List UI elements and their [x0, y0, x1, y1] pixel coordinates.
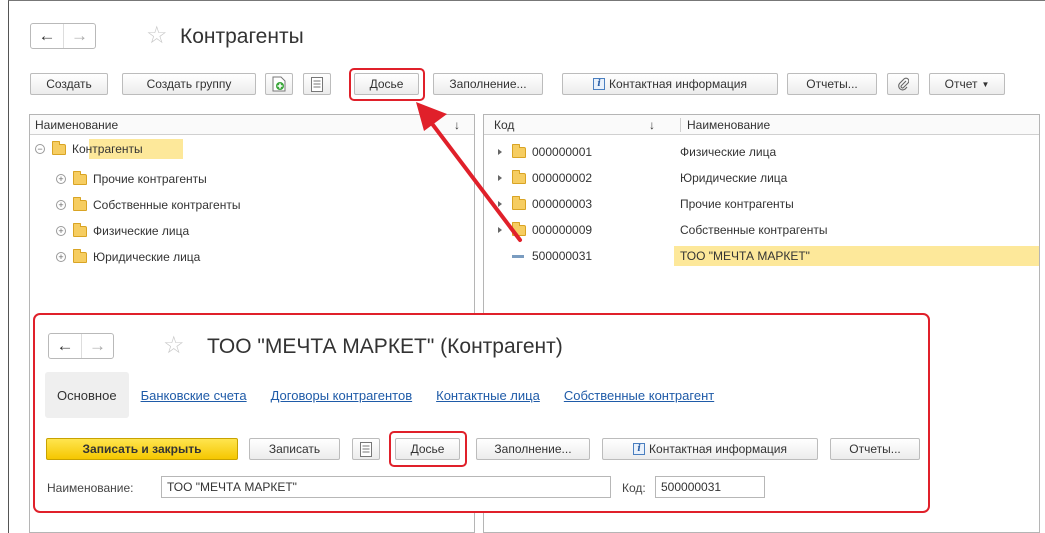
- folder-icon: [512, 221, 526, 236]
- tree-column-header[interactable]: Наименование ↓: [30, 115, 474, 135]
- tree-row-label: Контрагенты: [72, 142, 143, 156]
- dossier-highlight: [349, 68, 425, 101]
- tab-own-counterparties[interactable]: Собственные контрагент: [552, 372, 726, 418]
- folder-icon: [73, 196, 87, 211]
- back-button[interactable]: ←: [49, 334, 81, 358]
- expand-icon[interactable]: +: [56, 200, 66, 210]
- folder-icon: [512, 143, 526, 158]
- fill-button[interactable]: Заполнение...: [476, 438, 590, 460]
- tree-row-label: Прочие контрагенты: [93, 172, 207, 186]
- contact-info-label: Контактная информация: [649, 442, 787, 456]
- list-header: Код ↓ Наименование: [484, 115, 1039, 135]
- expand-arrow-icon[interactable]: [498, 227, 502, 233]
- folder-icon: [73, 222, 87, 237]
- reports-button[interactable]: Отчеты...: [787, 73, 877, 95]
- forward-button[interactable]: →: [63, 24, 95, 48]
- page-title: Контрагенты: [180, 25, 304, 48]
- nav-buttons: ← →: [30, 23, 96, 49]
- list-row-name[interactable]: Физические лица: [680, 142, 776, 162]
- expand-arrow-icon[interactable]: [498, 175, 502, 181]
- name-column-header[interactable]: Наименование: [680, 117, 770, 132]
- list-row[interactable]: 000000001: [498, 142, 592, 162]
- list-row-code: 000000003: [532, 197, 593, 211]
- forward-button[interactable]: →: [81, 334, 113, 358]
- list-row-name[interactable]: Юридические лица: [680, 168, 787, 188]
- list-row[interactable]: 000000009: [498, 220, 592, 240]
- code-column-header[interactable]: Код: [494, 118, 514, 132]
- tree-row[interactable]: + Прочие контрагенты: [56, 169, 207, 189]
- name-field[interactable]: ТОО "МЕЧТА МАРКЕТ": [161, 476, 611, 498]
- name-label: Наименование:: [47, 481, 134, 495]
- list-row[interactable]: 000000003: [498, 194, 592, 214]
- list-row-name[interactable]: Собственные контрагенты: [680, 220, 827, 240]
- save-and-close-button[interactable]: Записать и закрыть: [46, 438, 238, 460]
- contact-info-button[interactable]: i Контактная информация: [602, 438, 818, 460]
- list-row-code: 000000009: [532, 223, 593, 237]
- tree-column-label: Наименование: [35, 117, 119, 132]
- expand-arrow-icon[interactable]: [498, 149, 502, 155]
- report-label: Отчет: [944, 77, 978, 91]
- form-tabs: Основное Банковские счета Договоры контр…: [45, 372, 726, 418]
- folder-icon: [512, 169, 526, 184]
- favorite-star-icon[interactable]: ☆: [163, 334, 185, 358]
- reports-button[interactable]: Отчеты...: [830, 438, 920, 460]
- form-title: ТОО "МЕЧТА МАРКЕТ" (Контрагент): [207, 335, 563, 358]
- expand-arrow-icon[interactable]: [498, 201, 502, 207]
- counterparty-form-window: ← → ☆ ТОО "МЕЧТА МАРКЕТ" (Контрагент) Ос…: [33, 313, 930, 513]
- expand-icon[interactable]: +: [56, 226, 66, 236]
- contact-info-button[interactable]: i Контактная информация: [562, 73, 778, 95]
- sort-arrow-icon: ↓: [454, 117, 460, 132]
- info-icon: i: [593, 78, 606, 90]
- list-row[interactable]: 000000002: [498, 168, 592, 188]
- expand-icon[interactable]: +: [56, 252, 66, 262]
- collapse-icon[interactable]: −: [35, 144, 45, 154]
- tab-bank-accounts[interactable]: Банковские счета: [129, 372, 259, 418]
- folder-icon: [73, 170, 87, 185]
- element-icon: [512, 254, 524, 258]
- tab-contact-persons[interactable]: Контактные лица: [424, 372, 552, 418]
- back-button[interactable]: ←: [31, 24, 63, 48]
- list-row-code: 000000002: [532, 171, 593, 185]
- chevron-down-icon: ▼: [981, 79, 990, 89]
- code-field[interactable]: 500000031: [655, 476, 765, 498]
- folder-icon: [512, 195, 526, 210]
- tree-row-root[interactable]: − Контрагенты: [35, 139, 143, 159]
- tree-row-label: Собственные контрагенты: [93, 198, 241, 212]
- list-row-code: 000000001: [532, 145, 593, 159]
- form-nav-buttons: ← →: [48, 333, 114, 359]
- tab-contracts[interactable]: Договоры контрагентов: [259, 372, 425, 418]
- list-row-name[interactable]: Прочие контрагенты: [680, 194, 794, 214]
- fill-button[interactable]: Заполнение...: [433, 73, 543, 95]
- favorite-star-icon[interactable]: ☆: [146, 24, 168, 48]
- dossier-highlight: [389, 431, 467, 467]
- tree-row[interactable]: + Юридические лица: [56, 247, 200, 267]
- tree-row[interactable]: + Физические лица: [56, 221, 189, 241]
- sort-arrow-icon: ↓: [649, 117, 655, 132]
- save-button[interactable]: Записать: [249, 438, 340, 460]
- folder-icon: [52, 140, 66, 155]
- folder-icon: [73, 248, 87, 263]
- report-dropdown[interactable]: Отчет ▼: [929, 73, 1005, 95]
- add-document-icon[interactable]: [265, 73, 293, 95]
- code-label: Код:: [622, 481, 646, 495]
- attachment-icon[interactable]: [887, 73, 919, 95]
- list-view-icon[interactable]: [352, 438, 380, 460]
- tree-row[interactable]: + Собственные контрагенты: [56, 195, 240, 215]
- tree-row-label: Юридические лица: [93, 250, 201, 264]
- info-icon: i: [633, 443, 646, 455]
- tree-row-label: Физические лица: [93, 224, 190, 238]
- list-row-code: 500000031: [532, 249, 593, 263]
- list-row-selected[interactable]: 500000031: [512, 246, 592, 266]
- create-button[interactable]: Создать: [30, 73, 108, 95]
- expand-icon[interactable]: +: [56, 174, 66, 184]
- list-row-name-selected[interactable]: ТОО "МЕЧТА МАРКЕТ": [674, 246, 1039, 266]
- list-view-icon[interactable]: [303, 73, 331, 95]
- create-group-button[interactable]: Создать группу: [122, 73, 256, 95]
- tab-main[interactable]: Основное: [45, 372, 129, 418]
- contact-info-label: Контактная информация: [609, 77, 747, 91]
